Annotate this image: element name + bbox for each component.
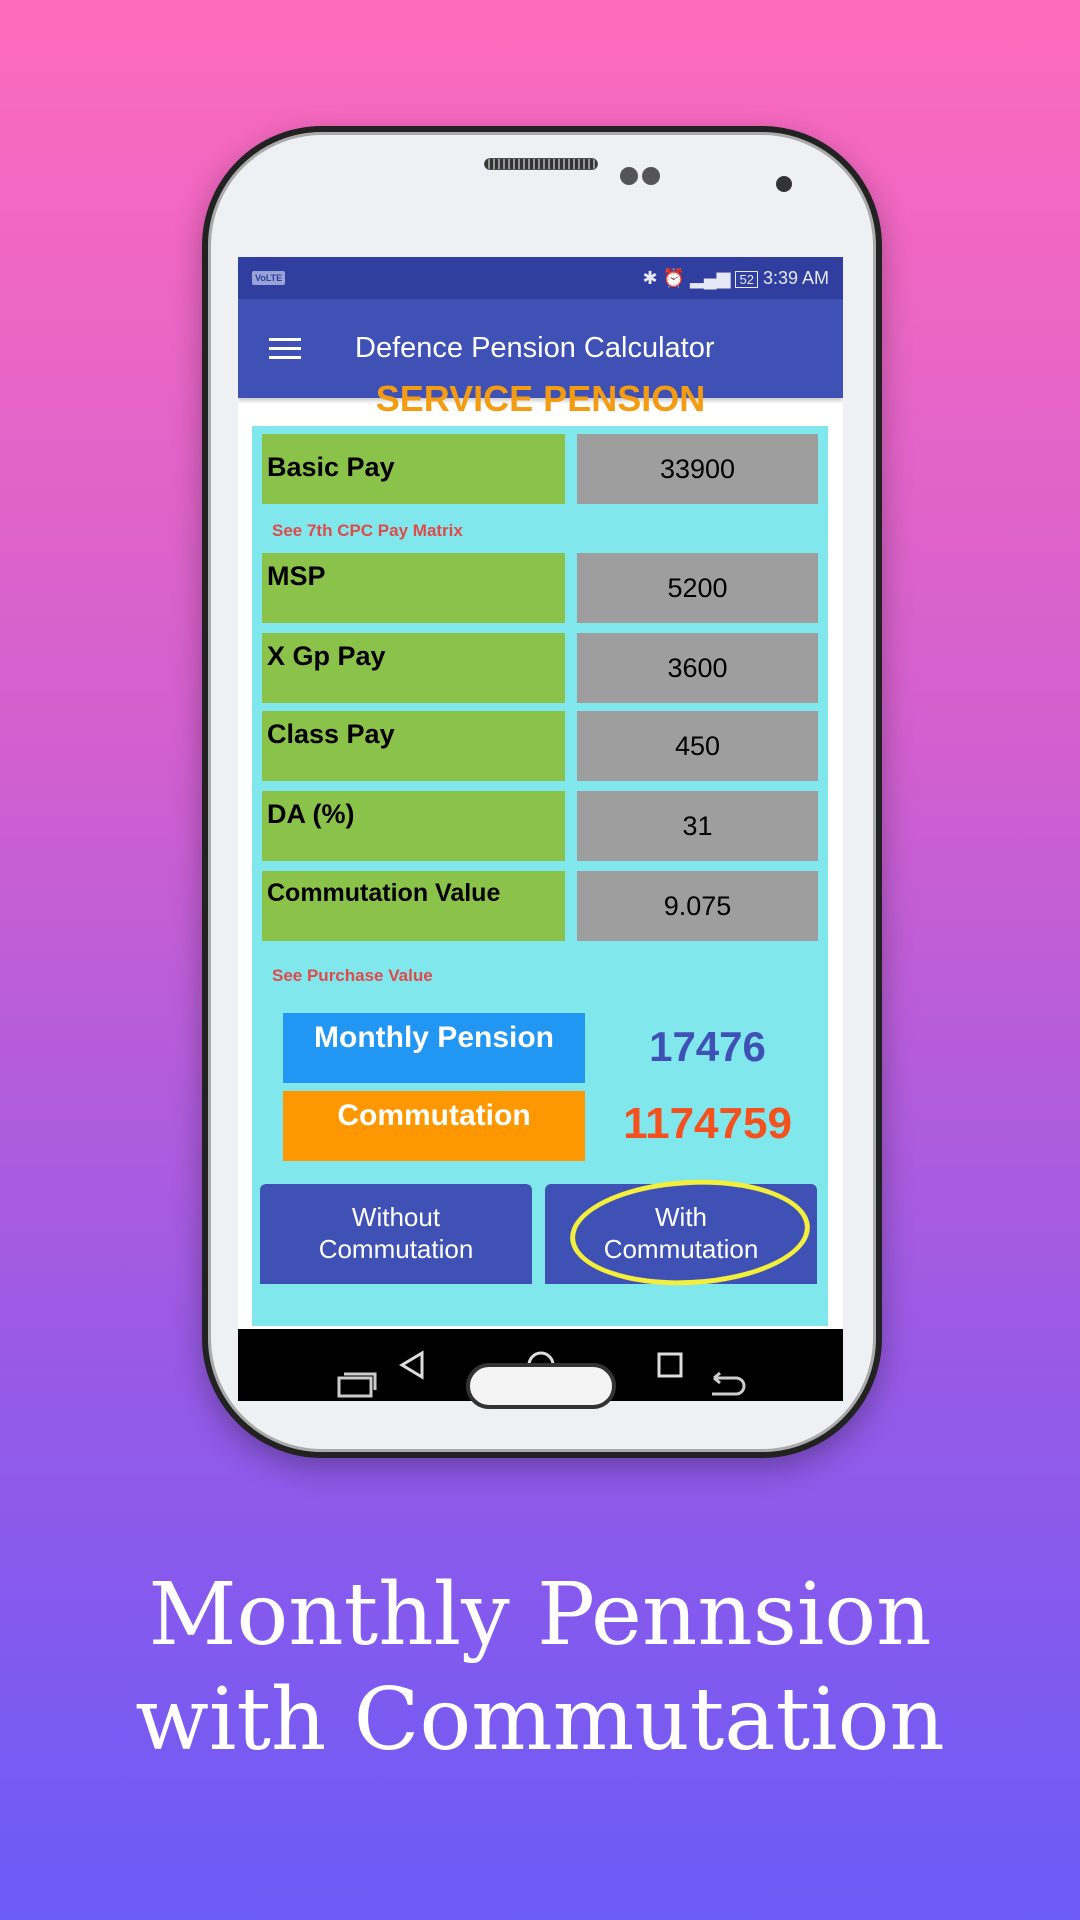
field-label: Commutation Value [262,871,565,941]
pay-matrix-link[interactable]: See 7th CPC Pay Matrix [272,521,463,541]
field-label: Class Pay [262,711,565,781]
clock: 3:39 AM [762,267,829,288]
home-button [466,1363,616,1409]
da-input[interactable]: 31 [577,791,818,861]
field-da: DA (%) 31 [262,791,818,861]
volte-icon: VoLTE [252,271,286,285]
app-screen: VoLTE ✱ ⏰ ▂▄▆ 52 3:39 AM Defence Pension… [238,257,843,1401]
button-label: With [655,1202,707,1232]
class-pay-input[interactable]: 450 [577,711,818,781]
field-label: MSP [262,553,565,623]
sensor-icon [620,167,638,185]
field-msp: MSP 5200 [262,553,818,623]
commutation-label: Commutation [283,1091,585,1161]
field-label: Basic Pay [262,434,565,504]
button-label: Commutation [318,1234,474,1264]
field-label: X Gp Pay [262,633,565,703]
hamburger-icon[interactable] [269,332,301,365]
hardware-back-icon [712,1371,746,1396]
caption-line-1: Monthly Pennsion [148,1565,932,1665]
field-label: DA (%) [262,791,565,861]
monthly-pension-label: Monthly Pension [283,1013,585,1083]
recents-icon[interactable] [656,1351,684,1379]
phone-speaker [484,158,598,170]
field-commutation-value: Commutation Value 9.075 [262,871,818,941]
app-title: Defence Pension Calculator [355,332,715,364]
basic-pay-input[interactable]: 33900 [577,434,818,504]
field-basic-pay: Basic Pay 33900 [262,434,818,504]
sensor-icon [642,167,660,185]
commutation-value-input[interactable]: 9.075 [577,871,818,941]
front-camera-icon [776,176,792,192]
status-bar: VoLTE ✱ ⏰ ▂▄▆ 52 3:39 AM [238,257,843,299]
page-title: SERVICE PENSION [375,378,706,419]
button-label: Commutation [603,1234,759,1264]
without-commutation-button[interactable]: Without Commutation [260,1184,532,1284]
calculator-panel: Basic Pay 33900 See 7th CPC Pay Matrix MS… [252,426,828,1326]
with-commutation-button[interactable]: With Commutation [545,1184,817,1284]
caption-line-2: with Commutation [135,1670,945,1770]
battery-icon: 52 [735,270,758,288]
back-icon[interactable] [398,1350,426,1380]
button-label: Without [351,1202,441,1232]
signal-icon: ▂▄▆ [690,267,731,288]
field-x-gp-pay: X Gp Pay 3600 [262,633,818,703]
x-gp-pay-input[interactable]: 3600 [577,633,818,703]
monthly-pension-value: 17476 [649,1023,766,1070]
status-right: ✱ ⏰ ▂▄▆ 52 3:39 AM [642,267,829,288]
commutation-amount: 1174759 [623,1099,792,1148]
purchase-value-link[interactable]: See Purchase Value [272,966,433,986]
field-class-pay: Class Pay 450 [262,711,818,781]
msp-input[interactable]: 5200 [577,553,818,623]
hardware-recents-icon [337,1372,377,1398]
